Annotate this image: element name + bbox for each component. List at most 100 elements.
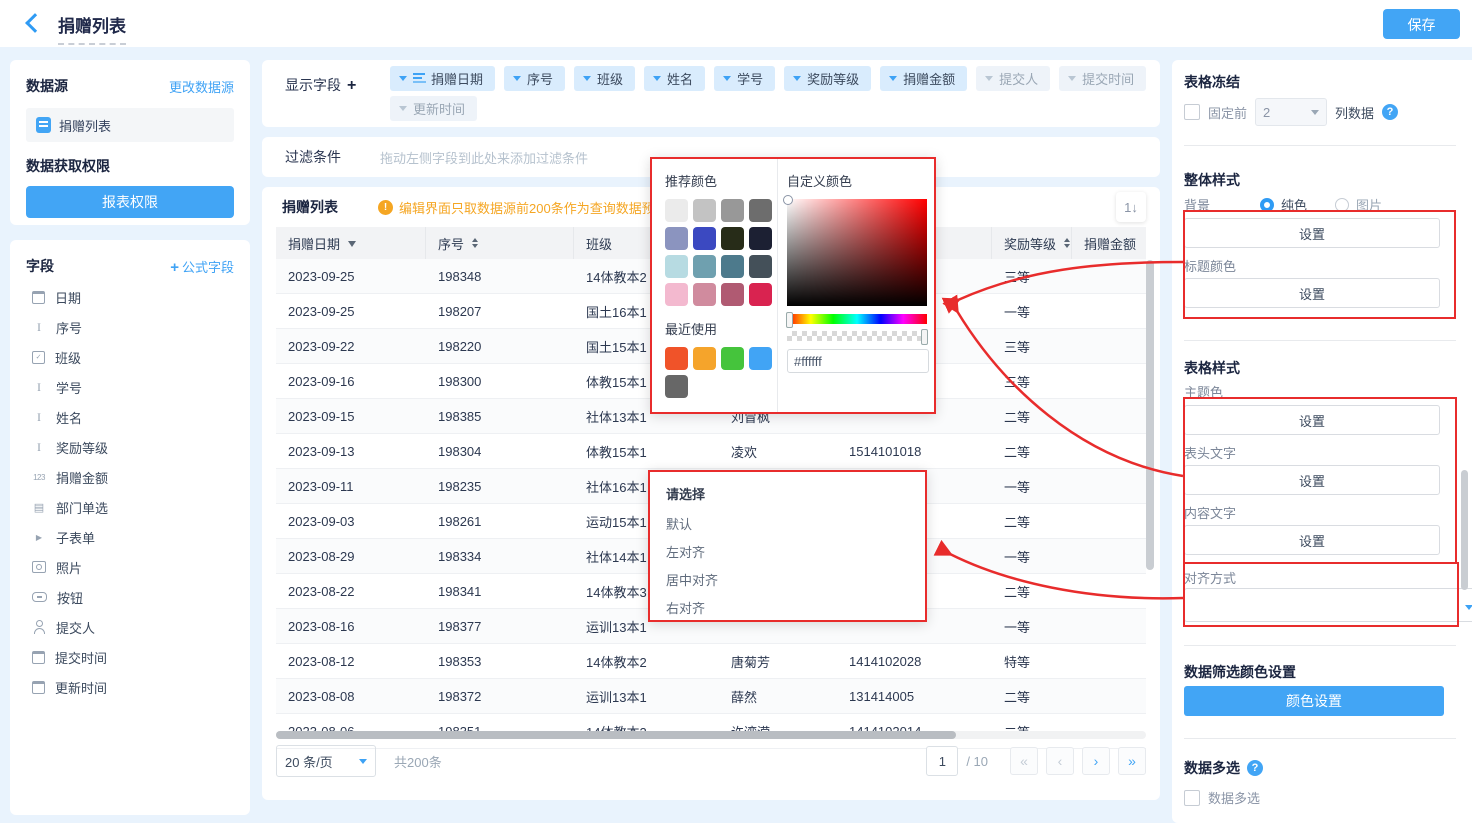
freeze-checkbox[interactable] [1184,104,1200,120]
cell-serial: 198304 [426,434,574,468]
field-item[interactable]: 捐赠金额 [10,462,250,492]
title-color-set-button[interactable]: 设置 [1184,278,1440,308]
filter-dropzone[interactable]: 拖动左侧字段到此处来添加过滤条件 [380,148,588,167]
field-item[interactable]: 更新时间 [10,672,250,702]
field-item[interactable]: 学号 [10,372,250,402]
field-item[interactable]: 日期 [10,282,250,312]
field-item[interactable]: 按钮 [10,582,250,612]
image-radio[interactable] [1335,198,1349,212]
color-swatch[interactable] [665,375,688,398]
field-item[interactable]: 奖励等级 [10,432,250,462]
field-chip[interactable]: 提交人 [976,66,1050,91]
sort-order-icon[interactable]: 1↓ [1116,192,1146,222]
color-swatch[interactable] [693,199,716,222]
image-label[interactable]: 图片 [1356,195,1382,214]
field-item[interactable]: 提交人 [10,612,250,642]
color-swatch[interactable] [721,227,744,250]
align-select[interactable] [1184,588,1472,622]
field-item[interactable]: 部门单选 [10,492,250,522]
header-text-set-button[interactable]: 设置 [1184,465,1440,495]
field-item[interactable]: 序号 [10,312,250,342]
column-header[interactable]: 奖励等级 [992,227,1072,259]
hue-slider-bar[interactable] [787,314,927,324]
column-sort-icon[interactable] [472,235,478,251]
back-icon[interactable] [25,13,45,33]
field-item[interactable]: 姓名 [10,402,250,432]
color-swatch[interactable] [721,199,744,222]
color-settings-button[interactable]: 颜色设置 [1184,686,1444,716]
field-chip[interactable]: 奖励等级 [784,66,871,91]
help-icon[interactable]: ? [1382,104,1398,120]
add-formula-field-link[interactable]: +公式字段 [170,257,234,276]
field-chip[interactable]: 序号 [504,66,565,91]
column-sort-icon[interactable] [1064,235,1070,251]
background-set-button[interactable]: 设置 [1184,218,1440,248]
align-option[interactable]: 左对齐 [650,539,925,567]
page-nav-button[interactable]: » [1118,747,1146,775]
color-swatch[interactable] [721,255,744,278]
column-sort-icon[interactable] [348,241,356,251]
report-permission-button[interactable]: 报表权限 [26,186,234,218]
color-swatch[interactable] [749,255,772,278]
color-swatch[interactable] [665,347,688,370]
save-button[interactable]: 保存 [1383,9,1460,39]
panel-scrollbar[interactable] [1461,470,1468,590]
color-swatch[interactable] [665,199,688,222]
page-size-select[interactable]: 20 条/页 [276,745,376,777]
saturation-gradient[interactable] [787,199,927,306]
hex-color-input[interactable] [787,349,929,373]
color-swatch[interactable] [749,283,772,306]
field-chip[interactable]: 捐赠日期 [390,66,495,91]
solid-color-label[interactable]: 纯色 [1281,195,1307,214]
field-item[interactable]: 班级 [10,342,250,372]
vertical-scrollbar[interactable] [1146,260,1154,570]
align-option[interactable]: 居中对齐 [650,567,925,595]
color-swatch[interactable] [693,227,716,250]
theme-color-set-button[interactable]: 设置 [1184,405,1440,435]
align-option[interactable]: 默认 [650,511,925,539]
column-header[interactable]: 序号 [426,227,574,259]
field-chip[interactable]: 班级 [574,66,635,91]
page-nav-button[interactable]: › [1082,747,1110,775]
change-datasource-link[interactable]: 更改数据源 [169,77,234,96]
page-nav-button[interactable]: ‹ [1046,747,1074,775]
field-item[interactable]: 照片 [10,552,250,582]
field-chip[interactable]: 捐赠金额 [880,66,967,91]
field-chip[interactable]: 姓名 [644,66,705,91]
field-chip[interactable]: 提交时间 [1059,66,1146,91]
help-icon[interactable]: ? [1247,760,1263,776]
horizontal-scrollbar[interactable] [276,731,956,739]
freeze-count-select[interactable]: 2 [1255,98,1327,126]
color-swatch[interactable] [665,283,688,306]
color-swatch[interactable] [749,347,772,370]
color-swatch[interactable] [749,199,772,222]
page-nav-button[interactable]: « [1010,747,1038,775]
content-text-set-button[interactable]: 设置 [1184,525,1440,555]
alpha-slider-handle[interactable] [921,329,928,345]
page-input[interactable] [926,746,958,776]
color-swatch[interactable] [721,347,744,370]
color-swatch[interactable] [693,283,716,306]
color-swatch[interactable] [665,227,688,250]
field-chip[interactable]: 更新时间 [390,96,477,121]
field-item[interactable]: 子表单 [10,522,250,552]
cell-grade: 二等 [992,679,1072,713]
color-swatch[interactable] [721,283,744,306]
title-color-label: 标题颜色 [1184,256,1456,275]
solid-color-radio[interactable] [1260,198,1274,212]
alpha-slider-bar[interactable] [787,331,927,341]
field-item[interactable]: 提交时间 [10,642,250,672]
color-swatch[interactable] [693,347,716,370]
add-display-field-icon[interactable]: + [347,77,356,94]
color-swatch[interactable] [665,255,688,278]
column-header[interactable]: 捐赠日期 [276,227,426,259]
gradient-cursor-icon[interactable] [783,195,793,205]
datasource-item[interactable]: 捐赠列表 [26,108,234,142]
align-option[interactable]: 右对齐 [650,595,925,623]
color-swatch[interactable] [749,227,772,250]
color-swatch[interactable] [693,255,716,278]
column-header[interactable]: 捐赠金额 [1072,227,1146,259]
field-chip[interactable]: 学号 [714,66,775,91]
multi-select-checkbox[interactable] [1184,790,1200,806]
hue-slider-handle[interactable] [786,312,793,328]
